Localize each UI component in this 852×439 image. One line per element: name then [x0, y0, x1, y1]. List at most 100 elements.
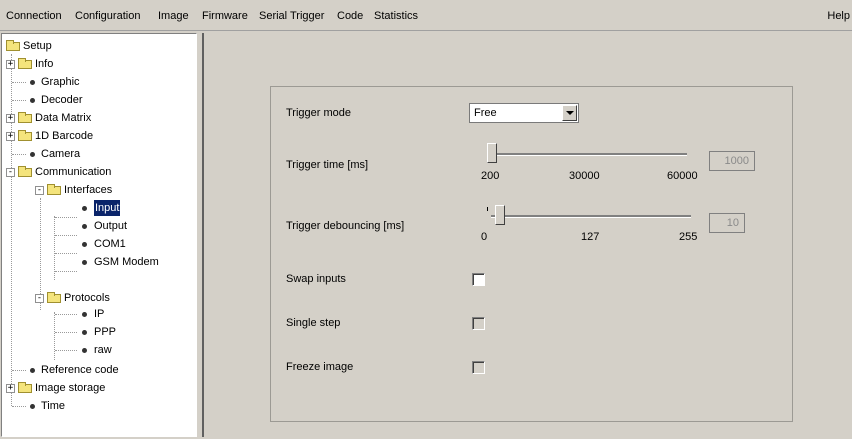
- folder-icon: [18, 58, 32, 69]
- leaf-bullet-icon: [30, 152, 35, 157]
- tree-label: Decoder: [41, 94, 83, 106]
- trigger-time-mid-label: 30000: [569, 170, 600, 182]
- tree-connector-line: [55, 350, 77, 351]
- menu-statistics[interactable]: Statistics: [374, 10, 418, 22]
- freeze-image-label: Freeze image: [286, 361, 354, 373]
- single-step-checkbox[interactable]: [472, 317, 485, 330]
- tree-connector-line: [55, 217, 77, 218]
- folder-icon: [47, 184, 61, 195]
- tree-item-camera[interactable]: Camera: [6, 146, 96, 162]
- tree-item-ip[interactable]: IP: [78, 306, 138, 322]
- tree-item-info[interactable]: + Info: [6, 56, 86, 72]
- panel-splitter[interactable]: [199, 33, 204, 437]
- folder-icon: [18, 130, 32, 141]
- tree-item-graphic[interactable]: Graphic: [6, 74, 96, 90]
- folder-icon: [18, 166, 32, 177]
- trigger-debouncing-slider-thumb[interactable]: [495, 205, 505, 225]
- menu-firmware[interactable]: Firmware: [202, 10, 248, 22]
- tree-connector-line: [55, 271, 77, 272]
- leaf-bullet-icon: [82, 330, 87, 335]
- settings-content: Trigger mode Free Trigger time [ms] 200 …: [205, 33, 852, 437]
- tree-label: Interfaces: [64, 184, 113, 196]
- tree-item-1d-barcode[interactable]: + 1D Barcode: [6, 128, 116, 144]
- tree-label: Data Matrix: [35, 112, 92, 124]
- expand-plus-icon[interactable]: +: [6, 132, 15, 141]
- leaf-bullet-icon: [30, 80, 35, 85]
- trigger-time-slider-track[interactable]: [491, 153, 687, 156]
- tree-item-interfaces[interactable]: - Interfaces: [35, 182, 145, 198]
- tree-label: Image storage: [35, 382, 106, 394]
- slider-tick-mark: [487, 207, 488, 211]
- trigger-debouncing-mid-label: 127: [581, 231, 600, 243]
- tree-label: PPP: [94, 326, 117, 338]
- trigger-time-value-field[interactable]: 1000: [709, 151, 755, 171]
- tree-item-protocols[interactable]: - Protocols: [35, 290, 145, 306]
- tree-item-reference-code[interactable]: Reference code: [6, 362, 146, 378]
- tree-item-time[interactable]: Time: [6, 398, 86, 414]
- leaf-bullet-icon: [82, 224, 87, 229]
- tree-label: Output: [94, 220, 128, 232]
- trigger-time-min-label: 200: [481, 170, 500, 182]
- tree-item-communication[interactable]: - Communication: [6, 164, 146, 180]
- menu-serial-trigger[interactable]: Serial Trigger: [259, 10, 324, 22]
- tree-label: Camera: [41, 148, 81, 160]
- tree-label: IP: [94, 308, 105, 320]
- trigger-time-max-label: 60000: [667, 170, 698, 182]
- leaf-bullet-icon: [82, 206, 87, 211]
- tree-label: Graphic: [41, 76, 80, 88]
- tree-item-com1[interactable]: COM1: [78, 236, 158, 252]
- leaf-bullet-icon: [82, 312, 87, 317]
- swap-inputs-checkbox[interactable]: [472, 273, 485, 286]
- tree-label: Reference code: [41, 364, 119, 376]
- menu-configuration[interactable]: Configuration: [75, 10, 140, 22]
- trigger-debouncing-max-label: 255: [679, 231, 698, 243]
- trigger-debouncing-min-label: 0: [481, 231, 488, 243]
- tree-item-raw[interactable]: raw: [78, 342, 138, 358]
- menu-help[interactable]: Help: [827, 10, 850, 22]
- tree-connector-line: [55, 235, 77, 236]
- collapse-minus-icon[interactable]: -: [35, 294, 44, 303]
- collapse-minus-icon[interactable]: -: [6, 168, 15, 177]
- setup-tree: Setup + Info Graphic Decoder + Data Matr…: [1, 33, 197, 437]
- tree-label: Setup: [23, 40, 52, 52]
- expand-plus-icon[interactable]: +: [6, 60, 15, 69]
- tree-item-data-matrix[interactable]: + Data Matrix: [6, 110, 116, 126]
- trigger-debouncing-slider-track[interactable]: [491, 215, 691, 218]
- tree-connector-line: [55, 253, 77, 254]
- tree-connector-line: [54, 312, 55, 360]
- trigger-debouncing-value-field[interactable]: 10: [709, 213, 745, 233]
- single-step-label: Single step: [286, 317, 341, 329]
- tree-label: 1D Barcode: [35, 130, 94, 142]
- menu-code[interactable]: Code: [337, 10, 363, 22]
- tree-item-gsm-modem[interactable]: GSM Modem: [78, 254, 178, 270]
- tree-label: GSM Modem: [94, 256, 159, 268]
- menu-connection[interactable]: Connection: [6, 10, 62, 22]
- tree-connector-line: [55, 314, 77, 315]
- collapse-minus-icon[interactable]: -: [35, 186, 44, 195]
- folder-icon: [18, 382, 32, 393]
- folder-icon: [6, 40, 20, 51]
- tree-item-output[interactable]: Output: [78, 218, 158, 234]
- folder-icon: [47, 292, 61, 303]
- trigger-time-slider-thumb[interactable]: [487, 143, 497, 163]
- leaf-bullet-icon: [82, 260, 87, 265]
- chevron-down-icon[interactable]: [562, 105, 577, 121]
- trigger-mode-select[interactable]: Free: [469, 103, 579, 123]
- tree-label: Communication: [35, 166, 112, 178]
- tree-item-image-storage[interactable]: + Image storage: [6, 380, 146, 396]
- tree-item-ppp[interactable]: PPP: [78, 324, 138, 340]
- tree-item-setup[interactable]: Setup: [6, 38, 86, 54]
- menu-image[interactable]: Image: [158, 10, 189, 22]
- tree-label: Info: [35, 58, 54, 70]
- expand-plus-icon[interactable]: +: [6, 384, 15, 393]
- expand-plus-icon[interactable]: +: [6, 114, 15, 123]
- tree-connector-line: [55, 332, 77, 333]
- swap-inputs-label: Swap inputs: [286, 273, 346, 285]
- tree-item-input[interactable]: Input: [78, 200, 148, 216]
- tree-label: Protocols: [64, 292, 110, 304]
- tree-item-decoder[interactable]: Decoder: [6, 92, 96, 108]
- freeze-image-checkbox[interactable]: [472, 361, 485, 374]
- tree-label: Time: [41, 400, 66, 412]
- trigger-debouncing-label: Trigger debouncing [ms]: [286, 220, 405, 232]
- folder-icon: [18, 112, 32, 123]
